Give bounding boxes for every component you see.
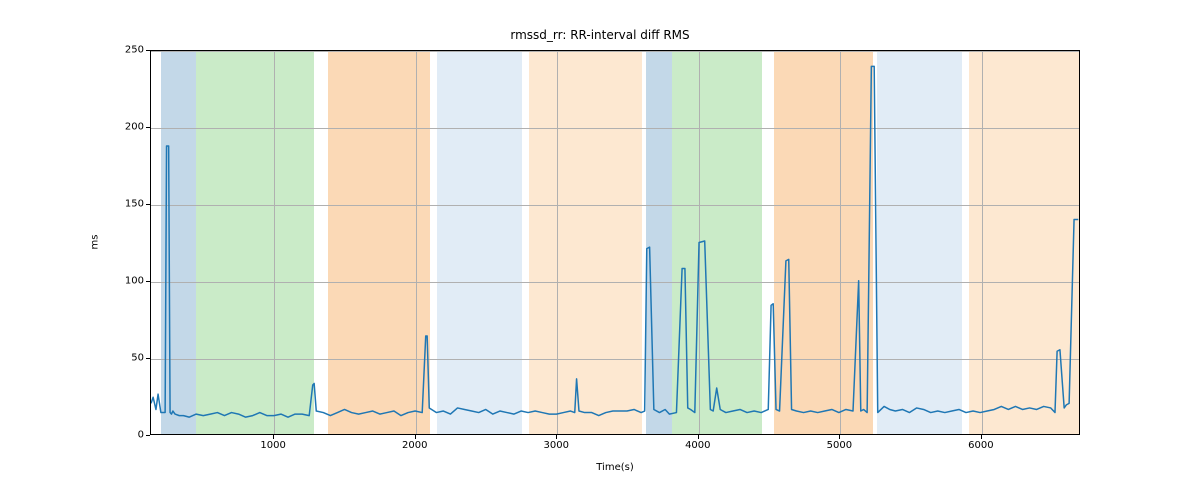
x-tick bbox=[981, 435, 982, 439]
line-series bbox=[151, 51, 1079, 434]
y-axis-label: ms bbox=[90, 235, 101, 250]
x-tick bbox=[556, 435, 557, 439]
x-tick-label: 2000 bbox=[402, 440, 427, 451]
x-tick-label: 4000 bbox=[685, 440, 710, 451]
y-tick-label: 200 bbox=[125, 122, 144, 133]
x-tick-label: 3000 bbox=[544, 440, 569, 451]
y-tick bbox=[146, 358, 150, 359]
x-tick bbox=[839, 435, 840, 439]
x-tick bbox=[415, 435, 416, 439]
chart-title: rmssd_rr: RR-interval diff RMS bbox=[0, 28, 1200, 42]
figure: rmssd_rr: RR-interval diff RMS ms Time(s… bbox=[0, 0, 1200, 500]
x-tick-label: 1000 bbox=[260, 440, 285, 451]
y-tick-label: 100 bbox=[125, 276, 144, 287]
x-tick-label: 6000 bbox=[968, 440, 993, 451]
plot-area bbox=[150, 50, 1080, 435]
y-tick-label: 250 bbox=[125, 45, 144, 56]
y-tick-label: 0 bbox=[138, 430, 144, 441]
x-tick-label: 5000 bbox=[827, 440, 852, 451]
y-tick bbox=[146, 127, 150, 128]
y-tick bbox=[146, 204, 150, 205]
x-tick bbox=[273, 435, 274, 439]
y-tick bbox=[146, 281, 150, 282]
series-rmssd_rr bbox=[151, 66, 1078, 417]
y-tick-label: 50 bbox=[131, 353, 144, 364]
y-tick-label: 150 bbox=[125, 199, 144, 210]
y-tick bbox=[146, 50, 150, 51]
x-tick bbox=[698, 435, 699, 439]
y-tick bbox=[146, 435, 150, 436]
x-axis-label: Time(s) bbox=[596, 462, 634, 473]
